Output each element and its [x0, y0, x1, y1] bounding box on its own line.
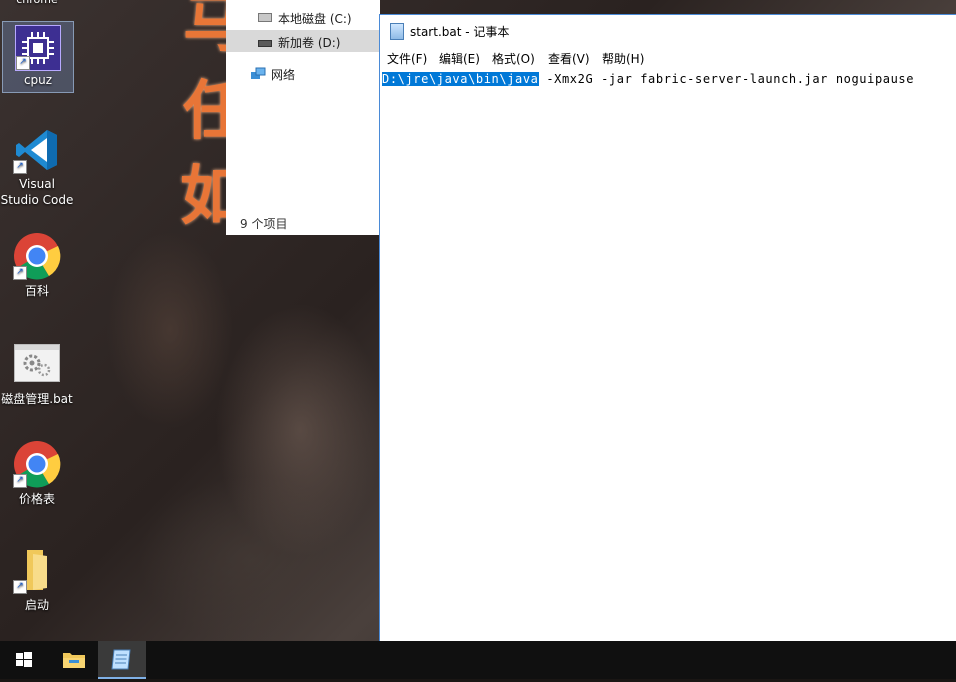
vscode-icon: ↗	[13, 126, 61, 174]
window-title: start.bat - 记事本	[410, 25, 510, 39]
desktop-icon-label: 百科	[24, 284, 49, 298]
windows-start-icon	[16, 652, 32, 667]
shortcut-arrow-icon: ↗	[13, 580, 27, 594]
taskbar	[0, 641, 956, 679]
nav-item-drive-d[interactable]: 新加卷 (D:)	[226, 30, 380, 52]
menu-edit[interactable]: 编辑(E)	[439, 50, 480, 67]
desktop-icon-disk-bat[interactable]: 磁盘管理.bat	[0, 338, 74, 407]
drive-icon	[258, 40, 272, 47]
shortcut-arrow-icon: ↗	[16, 56, 30, 70]
notepad-title-bar[interactable]: start.bat - 记事本	[380, 15, 956, 45]
batch-file-icon	[14, 344, 60, 382]
shortcut-arrow-icon: ↗	[13, 160, 27, 174]
desktop-icon-price-list[interactable]: ↗ 价格表	[0, 440, 74, 507]
desktop-icon-baike[interactable]: ↗ 百科	[0, 232, 74, 299]
taskbar-file-explorer[interactable]	[50, 641, 98, 679]
shortcut-arrow-icon: ↗	[13, 266, 27, 280]
notepad-icon	[390, 23, 404, 40]
menu-file[interactable]: 文件(F)	[387, 50, 427, 67]
cpuz-icon: ↗	[15, 25, 61, 71]
desktop-icon-cpuz[interactable]: ↗ cpuz	[2, 21, 74, 93]
unselected-text: -Xmx2G -jar fabric-server-launch.jar nog…	[538, 72, 915, 86]
chrome-icon: ↗	[13, 440, 61, 488]
chrome-icon: ↗	[13, 232, 61, 280]
desktop-icon-label: cpuz	[23, 73, 53, 87]
menu-view[interactable]: 查看(V)	[548, 50, 590, 67]
nav-item-label: 新加卷 (D:)	[278, 36, 341, 50]
desktop-icon-startup-folder[interactable]: ↗ 启动	[0, 546, 74, 613]
start-button[interactable]	[0, 641, 48, 679]
nav-item-network[interactable]: 网络	[226, 62, 380, 84]
notepad-icon	[111, 649, 131, 670]
file-explorer-icon	[63, 653, 85, 668]
item-count-status: 9 个项目	[240, 217, 288, 231]
menu-format[interactable]: 格式(O)	[492, 50, 535, 67]
shortcut-arrow-icon: ↗	[13, 474, 27, 488]
desktop-icon-label: 价格表	[18, 492, 55, 506]
desktop-icon-label: 启动	[24, 598, 49, 612]
file-explorer-window: 本地磁盘 (C:) 新加卷 (D:) 网络 9 个项目	[226, 0, 380, 235]
text-editor-area[interactable]: D:\jre\java\bin\java -Xmx2G -jar fabric-…	[380, 70, 956, 642]
desktop-icon-chrome-partial[interactable]: chrome	[0, 0, 74, 6]
notepad-window: start.bat - 记事本 文件(F) 编辑(E) 格式(O) 查看(V) …	[379, 14, 956, 642]
desktop-icon-label: 磁盘管理.bat	[1, 392, 73, 406]
menu-help[interactable]: 帮助(H)	[602, 50, 644, 67]
nav-item-label: 本地磁盘 (C:)	[278, 12, 352, 26]
selected-text: D:\jre\java\bin\java	[382, 72, 539, 86]
drive-icon	[258, 13, 272, 22]
network-icon	[250, 67, 266, 84]
desktop-icon-vscode[interactable]: ↗ Visual Studio Code	[0, 126, 74, 208]
folder-icon: ↗	[13, 546, 61, 594]
taskbar-notepad[interactable]	[98, 641, 146, 679]
desktop-icon-label: chrome	[16, 0, 58, 6]
nav-item-label: 网络	[271, 68, 296, 82]
nav-item-drive-c[interactable]: 本地磁盘 (C:)	[226, 6, 380, 28]
editor-line: D:\jre\java\bin\java -Xmx2G -jar fabric-…	[382, 72, 914, 86]
desktop-icon-label: Visual Studio Code	[0, 177, 74, 207]
menu-bar: 文件(F) 编辑(E) 格式(O) 查看(V) 帮助(H)	[380, 46, 956, 68]
